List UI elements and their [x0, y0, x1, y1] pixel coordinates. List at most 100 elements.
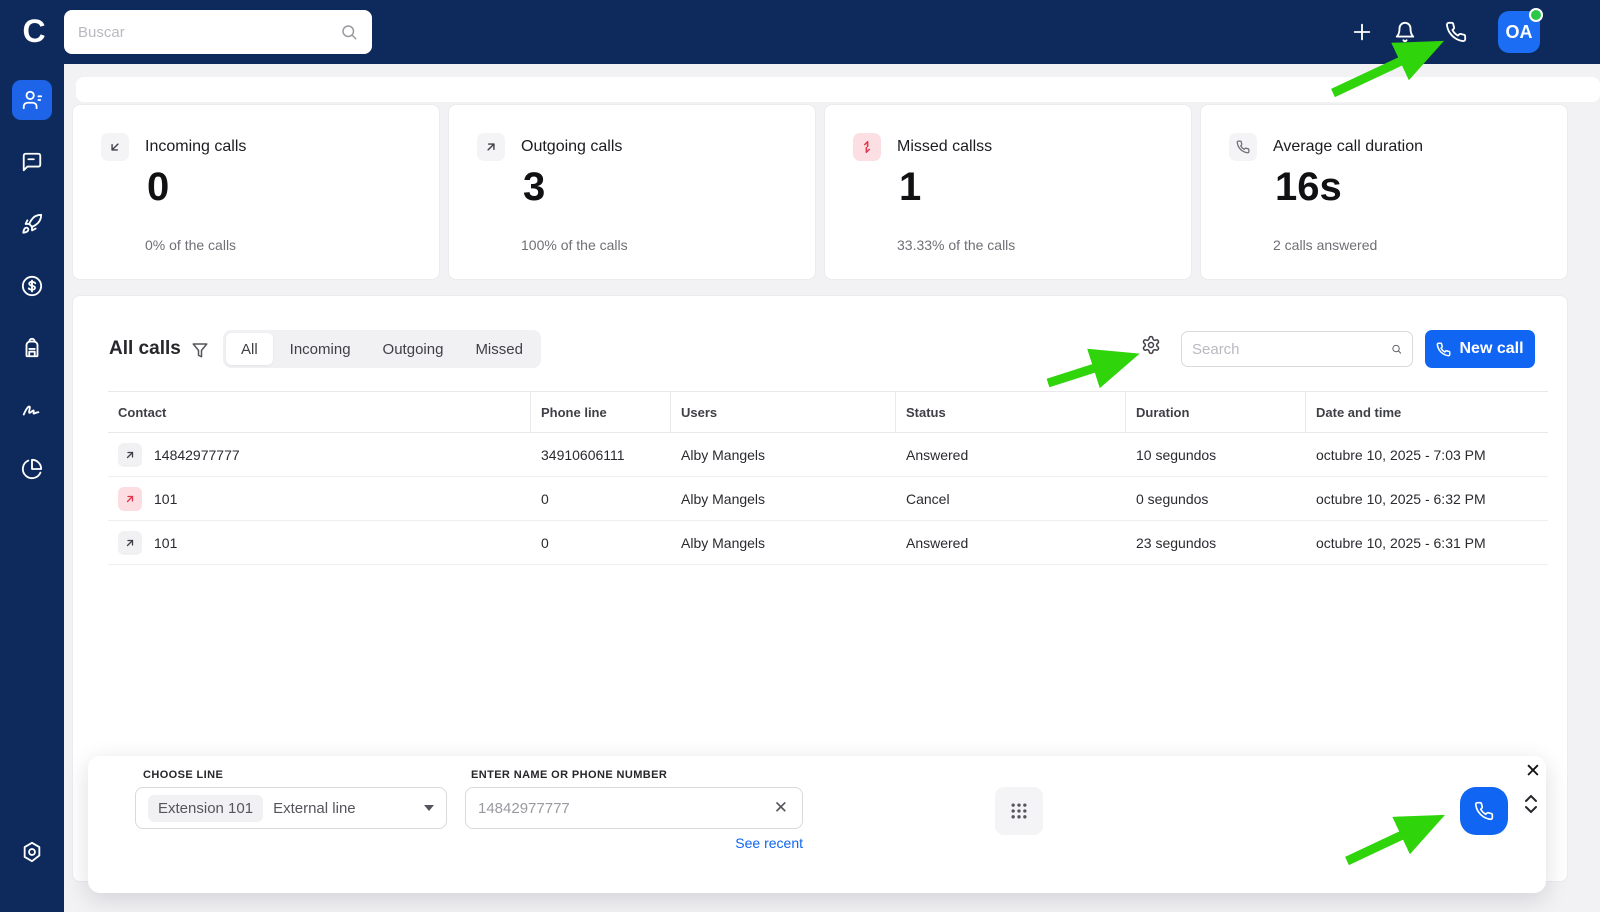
gear-icon [1142, 335, 1160, 355]
stat-title: Outgoing calls [521, 138, 623, 155]
outgoing-arrow-icon [118, 530, 142, 555]
cell-datetime: octubre 10, 2025 - 6:31 PM [1316, 534, 1486, 551]
collapse-toggle[interactable] [1524, 794, 1538, 814]
sidebar-item-billing[interactable] [12, 266, 52, 306]
search-icon [342, 25, 357, 40]
global-search[interactable] [64, 10, 372, 54]
global-search-input[interactable] [78, 23, 340, 41]
line-select[interactable]: Extension 101 External line [135, 787, 447, 829]
section-title: All calls [109, 338, 181, 359]
phone-icon [1437, 342, 1451, 356]
stat-value: 1 [899, 165, 922, 209]
tab-all[interactable]: All [226, 333, 273, 365]
stat-subtitle: 100% of the calls [521, 237, 628, 253]
cell-status: Answered [906, 534, 969, 551]
cell-phone-line: 0 [541, 534, 549, 551]
new-call-button[interactable]: New call [1425, 330, 1535, 368]
number-label: ENTER NAME OR PHONE NUMBER [471, 769, 668, 781]
filter-button[interactable] [191, 341, 209, 364]
sidebar-item-messages[interactable] [12, 142, 52, 182]
bell-icon [1395, 22, 1415, 43]
top-banner-strip [76, 77, 1600, 102]
stat-subtitle: 33.33% of the calls [897, 237, 1016, 253]
stat-card-duration: Average call duration 16s 2 calls answer… [1200, 104, 1568, 280]
settings-nut-icon [23, 841, 41, 863]
number-field[interactable]: ✕ [465, 787, 803, 829]
tab-missed[interactable]: Missed [460, 333, 538, 365]
table-row[interactable]: 14842977777 34910606111 Alby Mangels Ans… [108, 433, 1548, 477]
col-users: Users [671, 392, 896, 432]
dialer-toggle-button[interactable] [1440, 16, 1472, 48]
cell-duration: 23 segundos [1136, 534, 1217, 551]
stat-subtitle: 2 calls answered [1273, 237, 1378, 253]
rocket-icon [22, 213, 43, 234]
sidebar-item-analytics[interactable] [12, 449, 52, 489]
number-input[interactable] [478, 799, 772, 817]
new-call-label: New call [1459, 340, 1524, 357]
line-value: External line [273, 799, 356, 817]
calls-search-input[interactable] [1192, 340, 1391, 358]
incoming-arrow-icon [101, 133, 129, 161]
add-button[interactable] [1346, 16, 1378, 48]
dialpad-button[interactable] [995, 787, 1043, 835]
dialpad-grid-icon [1011, 803, 1027, 819]
stat-card-outgoing: Outgoing calls 3 100% of the calls [448, 104, 816, 280]
online-status-dot [1529, 8, 1543, 22]
dialer-panel: CHOOSE LINE Extension 101 External line … [88, 756, 1546, 893]
cell-contact: 101 [154, 534, 178, 551]
cell-user: Alby Mangels [681, 490, 766, 507]
tab-outgoing[interactable]: Outgoing [368, 333, 459, 365]
cell-datetime: octubre 10, 2025 - 7:03 PM [1316, 446, 1486, 463]
outgoing-cancelled-arrow-icon [118, 486, 142, 511]
sidebar-item-campaigns[interactable] [12, 204, 52, 244]
col-contact: Contact [108, 392, 531, 432]
col-duration: Duration [1126, 392, 1306, 432]
funnel-icon [192, 343, 208, 358]
close-dialer-button[interactable]: ✕ [1520, 758, 1546, 784]
cell-datetime: octubre 10, 2025 - 6:32 PM [1316, 490, 1486, 507]
sidebar-item-resources[interactable] [12, 328, 52, 368]
clear-icon[interactable]: ✕ [772, 798, 790, 818]
chat-icon [22, 152, 42, 172]
stat-card-missed: Missed callss 1 33.33% of the calls [824, 104, 1192, 280]
sidebar-item-signature[interactable] [12, 389, 52, 429]
choose-line-label: CHOOSE LINE [143, 769, 224, 781]
pie-chart-icon [21, 458, 43, 480]
calls-table: Contact Phone line Users Status Duration… [108, 391, 1548, 565]
stat-value: 3 [523, 165, 546, 209]
chevron-down-icon [1525, 806, 1537, 814]
table-row[interactable]: 101 0 Alby Mangels Answered 23 segundos … [108, 521, 1548, 565]
sidebar [0, 64, 64, 912]
tab-incoming[interactable]: Incoming [275, 333, 366, 365]
plus-icon [1353, 23, 1371, 41]
missed-arrows-icon [853, 133, 881, 161]
notifications-button[interactable] [1389, 16, 1421, 48]
cell-status: Answered [906, 446, 969, 463]
table-settings-button[interactable] [1141, 335, 1161, 360]
outgoing-arrow-icon [118, 442, 142, 467]
line-chip: Extension 101 [148, 794, 264, 822]
app-logo[interactable]: C [17, 14, 51, 48]
backpack-icon [25, 337, 39, 358]
stat-card-incoming: Incoming calls 0 0% of the calls [72, 104, 440, 280]
stat-value: 16s [1275, 165, 1342, 209]
signature-icon [22, 405, 40, 416]
topbar: C OA [0, 0, 1600, 64]
stat-title: Incoming calls [145, 138, 247, 155]
table-row[interactable]: 101 0 Alby Mangels Cancel 0 segundos oct… [108, 477, 1548, 521]
calls-search[interactable] [1181, 331, 1413, 367]
start-call-button[interactable] [1460, 787, 1508, 835]
avatar-initials: OA [1505, 21, 1533, 42]
sidebar-item-contacts[interactable] [12, 80, 52, 120]
stat-title: Missed callss [897, 138, 993, 155]
stat-value: 0 [147, 165, 170, 209]
chevron-down-icon [424, 805, 434, 811]
search-icon [1392, 344, 1402, 354]
table-header: Contact Phone line Users Status Duration… [108, 391, 1548, 433]
sidebar-item-settings[interactable] [12, 832, 52, 872]
see-recent-link[interactable]: See recent [465, 835, 803, 851]
col-status: Status [896, 392, 1126, 432]
calls-filter-tabs: All Incoming Outgoing Missed [223, 330, 541, 368]
cell-contact: 101 [154, 490, 178, 507]
user-avatar[interactable]: OA [1498, 8, 1543, 53]
